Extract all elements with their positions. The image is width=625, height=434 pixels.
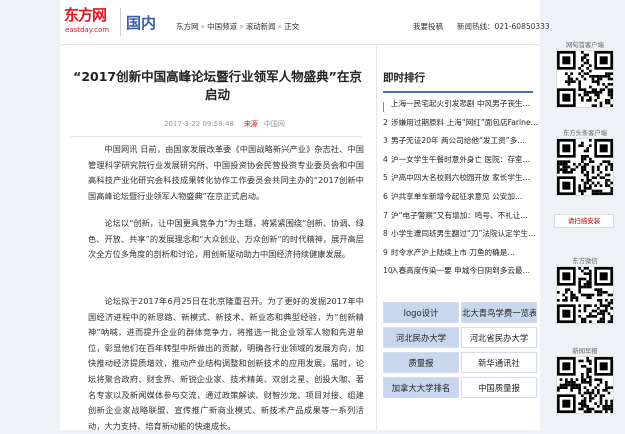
submit-news-link[interactable]: 我要投稿 — [413, 22, 443, 31]
header-right: 我要投稿 新闻热线：021-60850333 — [413, 21, 550, 32]
ranking-number: 3 — [383, 136, 388, 146]
ranking-marker — [383, 102, 384, 112]
ranking-item[interactable]: 1上海一民宅起火引发悲剧 中风男子丧生… — [383, 98, 538, 117]
article-paragraph-3: 论坛拟于2017年6月25日在北京隆重召开。为了更好的发掘2017年中国经济进程… — [88, 296, 364, 431]
qr-code-icon — [557, 139, 613, 195]
ranking-number: 2 — [383, 117, 388, 127]
qr-label-app: 网旬首客户端 — [566, 42, 604, 49]
article: “2017创新中国高峰论坛暨行业领军人物盛典”在京启动 2017-3-22 09… — [60, 44, 370, 431]
article-meta: 2017-3-22 09:59:48 来源 中国网 — [164, 119, 285, 129]
ad-link[interactable]: 河北民办大学 — [383, 327, 459, 348]
qr-sidebar: 网旬首客户端 东方头条客户端 请扫描安装 东方微信 新闻早报 — [545, 0, 625, 430]
ad-link[interactable]: 加拿大大学排名 — [383, 377, 459, 398]
ranking-item-text[interactable]: 上海一民宅起火引发悲剧 中风男子丧生… — [391, 99, 530, 108]
source-name: 中国网 — [263, 120, 285, 128]
download-button[interactable]: 请扫描安装 — [554, 214, 614, 228]
ranking-item[interactable]: 9 时令水产沪上陆续上市 刀鱼的确是… — [383, 247, 538, 266]
qr-code-icon — [557, 267, 613, 323]
breadcrumb-current: 正文 — [284, 22, 300, 31]
ranking-panel: 即时排行 1上海一民宅起火引发悲剧 中风男子丧生… 2涉嫌用过期原料 上海“网红… — [376, 44, 541, 430]
title-divider — [70, 136, 362, 137]
breadcrumb: 东方网» 中国频道» 滚动新闻» 正文 — [176, 21, 299, 32]
ranking-item-text[interactable]: 沪“电子警察”又有增加：鸣号、不礼让… — [391, 211, 528, 220]
breadcrumb-home[interactable]: 东方网 — [176, 22, 199, 31]
ranking-item-text[interactable]: 沪共享单车新增今起征求意见 公安加… — [391, 192, 523, 201]
breadcrumb-channel[interactable]: 中国频道 — [207, 22, 237, 31]
breadcrumb-separator: » — [200, 22, 206, 31]
ranking-item[interactable]: 3 男子无证20年 两公司给他“发工资”多… — [383, 135, 538, 154]
ranking-number: 5 — [383, 173, 388, 183]
ranking-list: 1上海一民宅起火引发悲剧 中风男子丧生… 2涉嫌用过期原料 上海“网红”面包店F… — [383, 98, 538, 284]
ranking-item[interactable]: 8 小学生遭同班男生翻过“刀”法院认定学生… — [383, 228, 538, 247]
qr-code-morning-news[interactable] — [556, 356, 614, 414]
ad-link[interactable]: 质量报 — [383, 352, 459, 373]
header-divider — [120, 8, 121, 36]
qr-code-toutiao[interactable] — [556, 138, 614, 196]
channel-name[interactable]: 国内 — [126, 12, 156, 33]
ranking-number: 4 — [383, 154, 388, 164]
ranking-item-text[interactable]: 沪高中四大名校则六校园开放 家长学生… — [391, 173, 530, 182]
article-date: 2017-3-22 09:59:48 — [164, 120, 234, 128]
ranking-item[interactable]: 4 沪一女学生午餐时意外身亡 医院：存室… — [383, 154, 538, 173]
ranking-underline — [383, 91, 533, 93]
logo-domain: eastday.com — [65, 26, 110, 34]
ad-link[interactable]: 中国质量报 — [461, 377, 537, 398]
page: 东方网 eastday.com 国内 东方网» 中国频道» 滚动新闻» 正文 我要投稿… — [60, 0, 550, 431]
ranking-number: 6 — [383, 191, 388, 201]
qr-code-wechat[interactable] — [556, 266, 614, 324]
ad-link[interactable]: logo设计 — [383, 302, 459, 323]
qr-code-icon — [557, 51, 613, 107]
hotline-text: 新闻热线：021-60850333 — [457, 22, 550, 31]
ad-link[interactable]: 新华通讯社 — [461, 352, 537, 373]
breadcrumb-separator: » — [239, 22, 244, 31]
ranking-number: 9 — [383, 247, 388, 257]
ranking-title: 即时排行 — [383, 72, 425, 84]
ranking-item-text[interactable]: 涉嫌用过期原料 上海“网红”面包店Farine… — [391, 118, 538, 127]
ranking-item-text[interactable]: 时令水产沪上陆续上市 刀鱼的确是… — [391, 248, 515, 257]
qr-label-wechat: 东方微信 — [572, 258, 598, 265]
qr-code-icon — [557, 357, 613, 413]
ranking-item-text[interactable]: 男子无证20年 两公司给他“发工资”多… — [391, 136, 525, 145]
ranking-item-text[interactable]: 入春高度传染一要 申城今日阴到多云最… — [391, 266, 530, 275]
ranking-item[interactable]: 5 沪高中四大名校则六校园开放 家长学生… — [383, 172, 538, 191]
ranking-number: 10 — [383, 266, 393, 276]
breadcrumb-rolling-news[interactable]: 滚动新闻 — [246, 22, 276, 31]
qr-label-morning-news: 新闻早报 — [572, 348, 598, 355]
logo-brand: 东方网 — [64, 6, 107, 24]
article-title: “2017创新中国高峰论坛暨行业领军人物盛典”在京启动 — [73, 69, 362, 102]
ranking-number: 8 — [383, 229, 388, 239]
ranking-item-text[interactable]: 小学生遭同班男生翻过“刀”法院认定学生… — [391, 229, 536, 238]
site-logo[interactable]: 东方网 eastday.com — [64, 4, 114, 40]
qr-label-toutiao: 东方头条客户端 — [562, 130, 608, 137]
article-paragraph-2: 论坛以“创新，让中国更具竞争力”为主题，将紧紧围绕“创新、协调、绿色、开放、共享… — [88, 218, 364, 260]
ranking-item[interactable]: 6 沪共享单车新增今起征求意见 公安加… — [383, 191, 538, 210]
ranking-item-text[interactable]: 沪一女学生午餐时意外身亡 医院：存室… — [391, 155, 530, 164]
article-paragraph-1: 中国网讯 日前，由国家发展改革委《中国战略新兴产业》杂志社、中国管理科学研究院行… — [88, 144, 364, 201]
ranking-item[interactable]: 10入春高度传染一要 申城今日阴到多云最… — [383, 265, 538, 284]
header: 东方网 eastday.com 国内 东方网» 中国频道» 滚动新闻» 正文 我要投稿… — [60, 0, 550, 45]
ranking-item[interactable]: 2 涉嫌用过期原料 上海“网红”面包店Farine… — [383, 117, 538, 136]
ranking-number: 7 — [383, 210, 388, 220]
ad-link[interactable]: 北大青鸟学费一览表 — [461, 302, 537, 323]
ranking-item[interactable]: 7 沪“电子警察”又有增加：鸣号、不礼让… — [383, 210, 538, 229]
breadcrumb-separator: » — [277, 22, 283, 31]
qr-code-app[interactable] — [556, 50, 614, 108]
ad-link[interactable]: 河北省民办大学 — [461, 327, 537, 348]
source-label: 来源 — [243, 120, 258, 128]
